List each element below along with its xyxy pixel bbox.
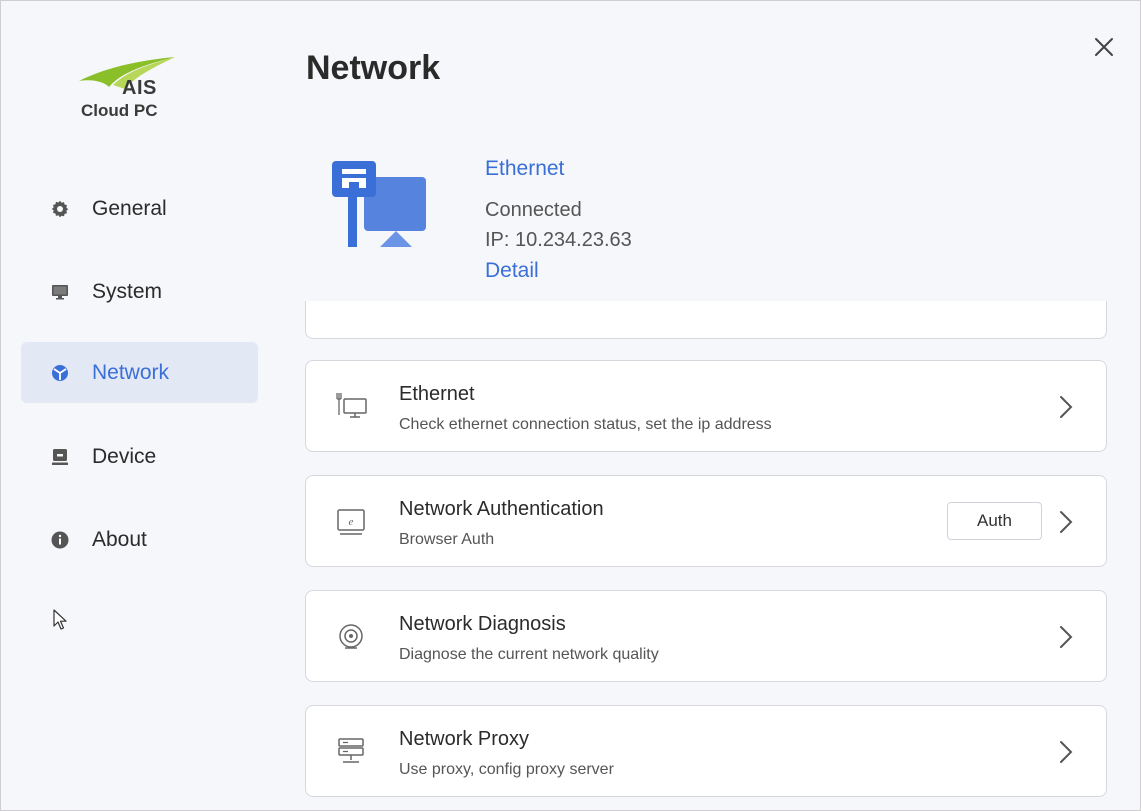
connection-ip: IP: 10.234.23.63 bbox=[485, 229, 632, 251]
sidebar-item-label: Network bbox=[92, 360, 170, 384]
proxy-server-icon bbox=[338, 738, 364, 763]
ais-cloud-pc-logo: AIS Cloud PC bbox=[73, 51, 193, 131]
ethernet-settings-card[interactable]: Ethernet Check ethernet connection statu… bbox=[305, 360, 1107, 452]
scrolled-card-partial bbox=[305, 301, 1107, 339]
card-subtitle: Diagnose the current network quality bbox=[399, 646, 659, 663]
card-title: Network Authentication bbox=[399, 498, 604, 520]
close-icon[interactable] bbox=[1093, 36, 1115, 58]
connection-name: Ethernet bbox=[485, 157, 565, 180]
chevron-right-icon bbox=[1060, 396, 1073, 418]
auth-button[interactable]: Auth bbox=[947, 502, 1042, 540]
mouse-cursor-icon bbox=[53, 609, 67, 630]
ethernet-connection-icon bbox=[332, 161, 426, 247]
sidebar-item-label: About bbox=[92, 527, 147, 551]
card-title: Network Proxy bbox=[399, 728, 530, 750]
logo-brand-text: AIS bbox=[122, 77, 157, 99]
connection-detail-link[interactable]: Detail bbox=[485, 259, 539, 283]
chevron-right-icon bbox=[1060, 626, 1073, 648]
card-subtitle: Browser Auth bbox=[399, 531, 495, 548]
chevron-right-icon bbox=[1060, 511, 1073, 533]
network-authentication-card[interactable]: e Network Authentication Browser Auth Au… bbox=[305, 475, 1107, 567]
card-title: Ethernet bbox=[399, 383, 475, 405]
info-icon bbox=[51, 531, 69, 549]
ethernet-monitor-icon bbox=[336, 393, 367, 418]
browser-monitor-icon: e bbox=[337, 509, 365, 535]
sidebar-item-system[interactable]: System bbox=[21, 261, 258, 322]
network-proxy-card[interactable]: Network Proxy Use proxy, config proxy se… bbox=[305, 705, 1107, 797]
gear-icon bbox=[51, 200, 69, 218]
sidebar-item-label: System bbox=[92, 279, 163, 303]
settings-window: AIS Cloud PC General System Network Devi… bbox=[0, 0, 1141, 811]
svg-text:e: e bbox=[349, 516, 354, 528]
sidebar-item-general[interactable]: General bbox=[21, 178, 258, 239]
sidebar-item-network[interactable]: Network bbox=[21, 342, 258, 403]
diagnosis-icon bbox=[339, 624, 363, 649]
network-diagnosis-card[interactable]: Network Diagnosis Diagnose the current n… bbox=[305, 590, 1107, 682]
monitor-icon bbox=[52, 285, 68, 300]
logo-product-text: Cloud PC bbox=[81, 101, 158, 120]
sidebar: AIS Cloud PC General System Network Devi… bbox=[1, 1, 279, 810]
connection-status: Connected bbox=[485, 199, 582, 221]
card-title: Network Diagnosis bbox=[399, 613, 566, 635]
sidebar-item-device[interactable]: Device bbox=[21, 426, 258, 487]
sidebar-item-about[interactable]: About bbox=[21, 509, 258, 570]
device-icon bbox=[52, 449, 68, 465]
card-subtitle: Check ethernet connection status, set th… bbox=[399, 416, 772, 433]
page-title: Network bbox=[306, 49, 441, 87]
chevron-right-icon bbox=[1060, 741, 1073, 763]
card-subtitle: Use proxy, config proxy server bbox=[399, 761, 614, 778]
sidebar-item-label: Device bbox=[92, 444, 157, 468]
sidebar-item-label: General bbox=[92, 196, 167, 220]
network-globe-icon bbox=[52, 365, 68, 381]
